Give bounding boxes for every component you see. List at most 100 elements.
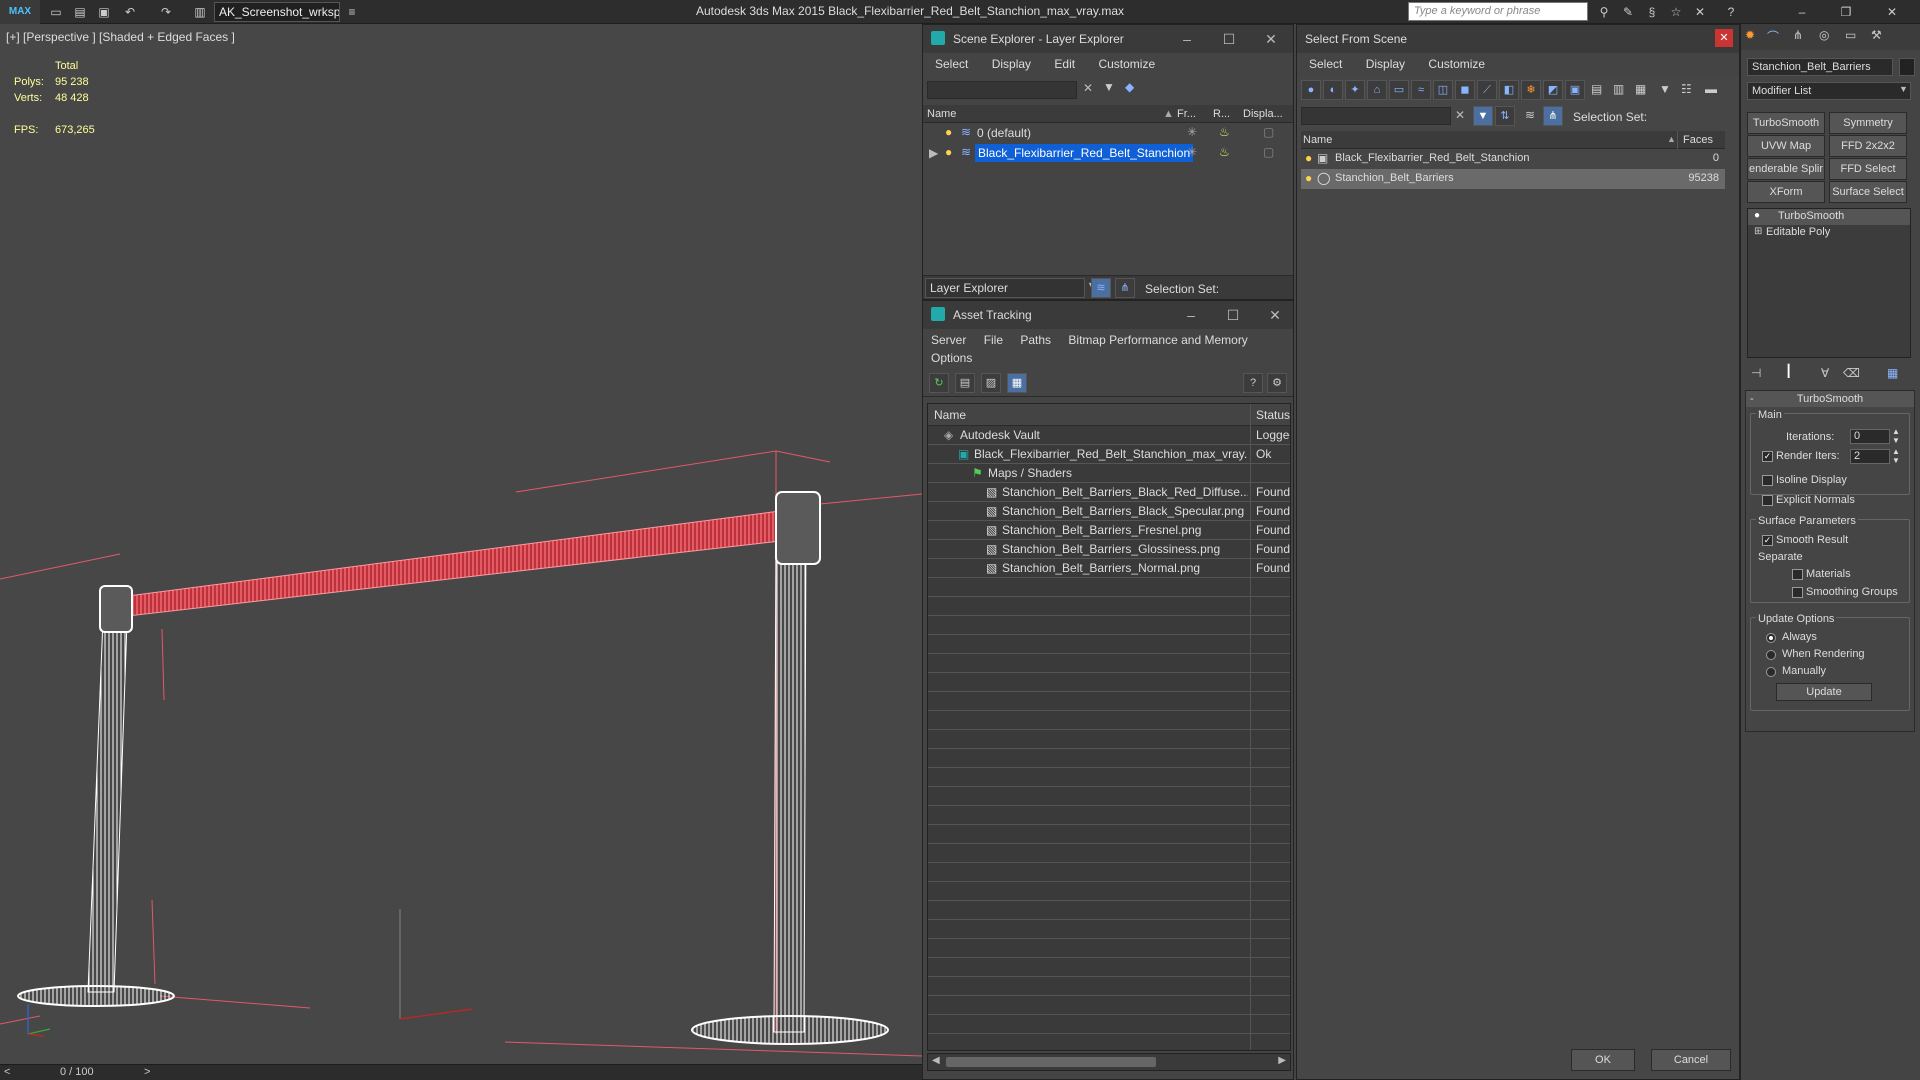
help-icon[interactable]: ? — [1723, 4, 1739, 20]
light-bulb-icon[interactable]: ● — [945, 145, 952, 159]
table-view-icon[interactable]: ▦ — [1007, 373, 1027, 393]
menu-options[interactable]: Options — [931, 351, 1293, 365]
display-icon[interactable]: ▢ — [1263, 145, 1274, 159]
minimize-icon[interactable]: – — [1177, 29, 1197, 49]
spacewarps-filter-icon[interactable]: ≈ — [1411, 80, 1431, 100]
menu-paths[interactable]: Paths — [1020, 333, 1051, 347]
containers-filter-icon[interactable]: ◧ — [1499, 80, 1519, 100]
layer-mode-icon[interactable]: ≋ — [1091, 278, 1111, 298]
red-belt[interactable] — [127, 510, 781, 617]
turbosmooth-button[interactable]: TurboSmooth — [1747, 112, 1825, 134]
perspective-viewport[interactable]: [+] [Perspective ] [Shaded + Edged Faces… — [0, 24, 922, 1080]
frozen-filter-icon[interactable]: ❄ — [1521, 80, 1541, 100]
exchange-icon[interactable]: ✕ — [1692, 4, 1708, 20]
smoothing-groups-checkbox[interactable] — [1792, 587, 1803, 598]
light-bulb-icon[interactable]: ● — [1305, 171, 1312, 185]
stack-item-turbosmooth[interactable]: ● TurboSmooth — [1748, 209, 1910, 225]
object-name-field[interactable]: Stanchion_Belt_Barriers — [1747, 58, 1893, 76]
left-post-base[interactable] — [17, 985, 175, 1007]
render-teapot-icon[interactable]: ♨ — [1219, 145, 1230, 159]
explorer-type-dropdown[interactable]: Layer Explorer — [925, 278, 1085, 298]
menu-edit[interactable]: Edit — [1054, 57, 1075, 71]
render-teapot-icon[interactable]: ♨ — [1219, 125, 1230, 139]
spinner-arrows-icon[interactable]: ▲ ▼ — [1892, 427, 1900, 445]
clear-search-icon[interactable]: ✕ — [1455, 108, 1465, 122]
time-prev-button[interactable]: < — [4, 1066, 10, 1078]
cancel-button[interactable]: Cancel — [1651, 1049, 1731, 1071]
ffd-select-button[interactable]: FFD Select — [1829, 158, 1907, 180]
modify-tab-icon[interactable]: ⌒ — [1767, 28, 1779, 45]
workspace-menu-icon[interactable]: ≡ — [344, 4, 360, 20]
hierarchy-icon[interactable]: ⋔ — [1543, 106, 1563, 126]
display-tab-icon[interactable]: ▭ — [1845, 28, 1856, 42]
helpers-filter-icon[interactable]: ▭ — [1389, 80, 1409, 100]
asset-row[interactable]: ▧ Stanchion_Belt_Barriers_Glossiness.png F… — [928, 540, 1290, 559]
list-view-icon[interactable]: ▤ — [955, 373, 975, 393]
column-display[interactable]: Displa... — [1243, 108, 1283, 120]
object-color-swatch[interactable] — [1899, 58, 1915, 76]
maximize-icon[interactable]: ☐ — [1223, 305, 1243, 325]
uvw-map-button[interactable]: UVW Map — [1747, 135, 1825, 157]
layer-row[interactable]: ▶ ● ≋ Black_Flexibarrier_Red_Belt_Stanch… — [923, 143, 1293, 163]
column-status[interactable]: Status — [1256, 408, 1290, 422]
time-next-button[interactable]: > — [144, 1066, 150, 1078]
render-iters-spinner[interactable]: 2 — [1850, 449, 1890, 464]
when-rendering-radio[interactable] — [1766, 650, 1776, 660]
hierarchy-mode-icon[interactable]: ⋔ — [1115, 278, 1135, 298]
left-post[interactable] — [87, 593, 129, 993]
collapse-icon[interactable]: ▬ — [1705, 82, 1717, 96]
menu-select[interactable]: Select — [1309, 57, 1342, 71]
column-name[interactable]: Name — [927, 108, 956, 120]
smooth-result-checkbox[interactable]: ✓ — [1762, 535, 1773, 546]
renderable-spline-button[interactable]: enderable Splir — [1747, 158, 1825, 180]
right-post-cap[interactable] — [775, 491, 821, 565]
rollout-header[interactable]: - TurboSmooth — [1746, 391, 1914, 407]
ffd-button[interactable]: FFD 2x2x2 — [1829, 135, 1907, 157]
update-button[interactable]: Update — [1776, 683, 1872, 701]
menu-server[interactable]: Server — [931, 333, 966, 347]
asset-tracking-titlebar[interactable]: Asset Tracking – ☐ ✕ — [923, 301, 1293, 329]
menu-display[interactable]: Display — [1366, 57, 1405, 71]
surface-select-button[interactable]: Surface Select — [1829, 181, 1907, 203]
column-faces[interactable]: Faces — [1683, 134, 1713, 146]
pin-stack-icon[interactable]: ⊣ — [1751, 366, 1761, 380]
object-row[interactable]: ● ▣ Black_Flexibarrier_Red_Belt_Stanchio… — [1301, 149, 1725, 169]
ok-button[interactable]: OK — [1571, 1049, 1635, 1071]
maximize-icon[interactable]: ☐ — [1219, 29, 1239, 49]
xform-button[interactable]: XForm — [1747, 181, 1825, 203]
asset-row[interactable]: ▧ Stanchion_Belt_Barriers_Normal.png Found — [928, 559, 1290, 578]
select-search-input[interactable] — [1301, 107, 1451, 125]
asset-row[interactable]: ▣ Black_Flexibarrier_Red_Belt_Stanchion_m… — [928, 445, 1290, 464]
filter-icon[interactable]: ▼ — [1103, 80, 1115, 94]
project-folder-icon[interactable]: ▥ — [192, 4, 208, 20]
time-slider[interactable]: < 0 / 100 > — [0, 1064, 922, 1080]
scene-explorer-titlebar[interactable]: Scene Explorer - Layer Explorer – ☐ ✕ — [923, 25, 1293, 53]
tools-icon[interactable]: ✎ — [1620, 4, 1636, 20]
select-from-scene-titlebar[interactable]: Select From Scene ✕ — [1297, 25, 1739, 53]
scrollbar-thumb[interactable] — [946, 1057, 1156, 1067]
freeze-icon[interactable]: ✳ — [1187, 125, 1197, 139]
light-bulb-icon[interactable]: ● — [1305, 151, 1312, 165]
menu-customize[interactable]: Customize — [1428, 57, 1485, 71]
utilities-tab-icon[interactable]: ⚒ — [1871, 28, 1882, 42]
restore-icon[interactable]: ❐ — [1838, 4, 1854, 20]
redo-icon[interactable]: ↷ — [158, 4, 174, 20]
materials-checkbox[interactable] — [1792, 569, 1803, 580]
shapes-filter-icon[interactable]: ◐ — [1323, 80, 1343, 100]
asset-row[interactable]: ▧ Stanchion_Belt_Barriers_Black_Specular.… — [928, 502, 1290, 521]
clear-filter-icon[interactable]: ✕ — [1083, 81, 1093, 95]
menu-display[interactable]: Display — [992, 57, 1031, 71]
column-name[interactable]: Name — [934, 408, 966, 422]
always-radio[interactable] — [1766, 633, 1776, 643]
filter-funnel-icon[interactable]: ▼ — [1473, 106, 1493, 126]
xref-filter-icon[interactable]: ◼ — [1455, 80, 1475, 100]
help-icon[interactable]: ? — [1243, 373, 1263, 393]
undo-icon[interactable]: ↶ — [122, 4, 138, 20]
layer-icon[interactable]: ≋ — [1525, 108, 1535, 122]
scroll-left-icon[interactable]: ◀ — [932, 1055, 940, 1066]
app-logo[interactable]: MAX — [0, 0, 40, 24]
menu-bitmap-performance[interactable]: Bitmap Performance and Memory — [1068, 333, 1247, 347]
asset-row[interactable]: ⚑ Maps / Shaders — [928, 464, 1290, 483]
settings-icon[interactable]: ⚙ — [1267, 373, 1287, 393]
cameras-filter-icon[interactable]: ⌂ — [1367, 80, 1387, 100]
